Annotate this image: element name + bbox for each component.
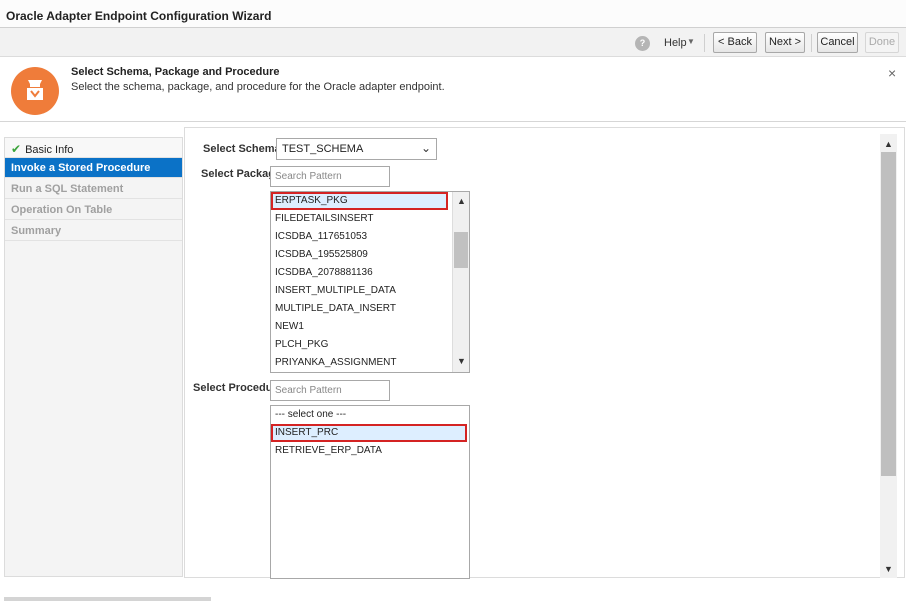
step-basic-info[interactable]: ✔ Basic Info xyxy=(5,138,182,158)
list-item[interactable]: MULTIPLE_DATA_INSERT xyxy=(271,300,396,318)
list-item[interactable]: PLCH_PKG xyxy=(271,336,328,354)
window-title: Oracle Adapter Endpoint Configuration Wi… xyxy=(0,0,906,28)
form-panel: Select Schema TEST_SCHEMA ⌄ Select Packa… xyxy=(184,127,905,579)
toolbar-divider xyxy=(704,34,705,52)
back-button[interactable]: < Back xyxy=(713,32,757,53)
schema-select[interactable]: TEST_SCHEMA ⌄ xyxy=(276,138,437,160)
checkmark-icon: ✔ xyxy=(11,142,22,156)
page-subtitle: Select the schema, package, and procedur… xyxy=(71,81,445,93)
toolbar: ? Help ▼ < Back Next > Cancel Done xyxy=(0,28,906,57)
list-item[interactable]: ERPTASK_PKG xyxy=(271,192,448,210)
page-title: Select Schema, Package and Procedure xyxy=(71,66,280,78)
step-operation-on-table[interactable]: Operation On Table xyxy=(5,200,182,220)
scroll-up-icon[interactable]: ▲ xyxy=(457,196,466,206)
next-button[interactable]: Next > xyxy=(765,32,805,53)
done-button[interactable]: Done xyxy=(865,32,899,53)
scroll-thumb[interactable] xyxy=(454,232,468,268)
horizontal-scrollbar[interactable] xyxy=(4,597,211,601)
list-item[interactable]: INSERT_MULTIPLE_DATA xyxy=(271,282,396,300)
step-summary[interactable]: Summary xyxy=(5,221,182,241)
main-scrollbar[interactable]: ▲ ▼ xyxy=(880,134,897,578)
database-adapter-icon xyxy=(11,67,59,115)
list-item[interactable]: --- select one --- xyxy=(271,406,346,424)
scroll-up-icon[interactable]: ▲ xyxy=(884,139,893,149)
package-list[interactable]: ERPTASK_PKG FILEDETAILSINSERT ICSDBA_117… xyxy=(270,191,470,373)
help-icon[interactable]: ? xyxy=(635,36,650,51)
list-item[interactable]: ICSDBA_195525809 xyxy=(271,246,368,264)
wizard-steps: ✔ Basic Info Invoke a Stored Procedure Ru… xyxy=(4,137,183,577)
step-label: Invoke a Stored Procedure xyxy=(11,162,151,174)
list-item[interactable]: NEW1 xyxy=(271,318,304,336)
scroll-thumb[interactable] xyxy=(881,152,896,476)
schema-label: Select Schema xyxy=(203,143,281,155)
list-item[interactable]: PRIYANKA_ASSIGNMENT xyxy=(271,354,397,372)
procedure-search-input[interactable] xyxy=(270,380,390,401)
step-label: Summary xyxy=(11,225,62,237)
chevron-down-icon: ⌄ xyxy=(420,141,431,155)
scroll-down-icon[interactable]: ▼ xyxy=(457,356,466,366)
step-label: Run a SQL Statement xyxy=(11,183,124,195)
page-header: Select Schema, Package and Procedure Sel… xyxy=(0,57,906,122)
step-label: Basic Info xyxy=(25,144,74,156)
list-item[interactable]: ICSDBA_117651053 xyxy=(271,228,367,246)
list-item[interactable]: ICSDBA_2078881136 xyxy=(271,264,373,282)
procedure-list[interactable]: --- select one --- INSERT_PRC RETRIEVE_E… xyxy=(270,405,470,579)
scroll-down-icon[interactable]: ▼ xyxy=(884,564,893,574)
help-menu[interactable]: Help xyxy=(664,37,687,49)
package-search-input[interactable] xyxy=(270,166,390,187)
toolbar-divider xyxy=(811,34,812,52)
list-item[interactable]: INSERT_PRC xyxy=(271,424,467,442)
schema-value: TEST_SCHEMA xyxy=(282,143,364,155)
package-list-scrollbar[interactable]: ▲ ▼ xyxy=(452,192,469,372)
cancel-button[interactable]: Cancel xyxy=(817,32,858,53)
step-label: Operation On Table xyxy=(11,204,113,216)
list-item[interactable]: RETRIEVE_ERP_DATA xyxy=(271,442,382,460)
step-run-sql-statement[interactable]: Run a SQL Statement xyxy=(5,179,182,199)
list-item[interactable]: FILEDETAILSINSERT xyxy=(271,210,374,228)
step-invoke-stored-procedure[interactable]: Invoke a Stored Procedure xyxy=(5,158,182,178)
close-icon[interactable]: × xyxy=(888,65,896,81)
chevron-down-icon[interactable]: ▼ xyxy=(687,37,695,46)
